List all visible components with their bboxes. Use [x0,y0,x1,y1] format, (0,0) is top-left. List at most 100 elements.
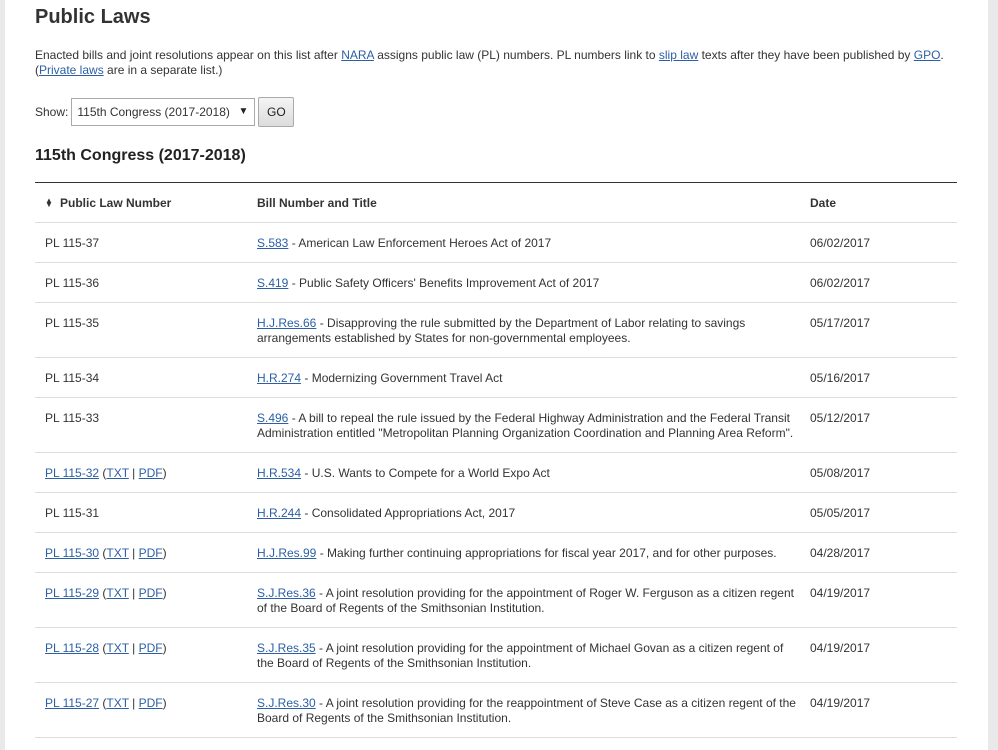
congress-select[interactable]: 115th Congress (2017-2018) ▼ [71,98,256,126]
date-cell: 05/05/2017 [810,492,957,533]
page-title: Public Laws [35,6,151,28]
bill-cell: S.J.Res.30 - A joint resolution providin… [257,682,810,738]
law-number-cell: PL 115-34 [35,357,257,398]
law-number-link[interactable]: PL 115-28 [45,641,99,655]
intro-text-1: Enacted bills and joint resolutions appe… [35,48,342,62]
congress-select-value: 115th Congress (2017-2018) [77,105,230,119]
show-label: Show: [35,105,69,119]
bill-number-link[interactable]: H.J.Res.66 [257,316,316,330]
table-row: PL 115-28 (TXT | PDF) S.J.Res.35 - A join… [35,627,957,683]
law-number-cell: PL 115-35 [35,302,257,358]
bill-title: - Making further continuing appropriatio… [316,546,777,560]
sort-icon[interactable]: ▲ ▼ [45,197,53,209]
intro-text-3: texts after they have been published by [698,48,914,62]
table-row: PL 115-37 S.583 - American Law Enforcemen… [35,222,957,263]
law-number-link[interactable]: PL 115-27 [45,696,99,710]
pdf-link[interactable]: PDF [139,696,163,710]
intro-text: Enacted bills and joint resolutions appe… [35,48,957,78]
bill-number-link[interactable]: S.419 [257,276,288,290]
table-row: PL 115-36 S.419 - Public Safety Officers'… [35,262,957,303]
intro-text-2: assigns public law (PL) numbers. PL numb… [373,48,659,62]
bill-cell: H.R.244 - Consolidated Appropriations Ac… [257,492,810,533]
go-button[interactable]: GO [258,97,295,127]
bill-number-link[interactable]: H.R.244 [257,506,301,520]
nara-link[interactable]: NARA [341,48,374,62]
date-cell: 06/02/2017 [810,222,957,263]
law-number-header-label: Public Law Number [60,195,172,210]
link-separator: | [128,546,139,560]
bill-number-link[interactable]: S.583 [257,236,288,250]
date-cell: 05/08/2017 [810,452,957,493]
law-number-cell: PL 115-29 (TXT | PDF) [35,572,257,628]
bill-number-link[interactable]: S.496 [257,411,288,425]
link-separator: | [128,466,139,480]
table-row: PL 115-31 H.R.244 - Consolidated Appropri… [35,492,957,533]
bill-title: - Consolidated Appropriations Act, 2017 [301,506,516,520]
bill-cell: H.J.Res.66 - Disapproving the rule submi… [257,302,810,358]
law-number-cell: PL 115-37 [35,222,257,263]
bill-cell: H.J.Res.99 - Making further continuing a… [257,532,810,573]
bill-number-link[interactable]: H.R.534 [257,466,301,480]
bill-number-link[interactable]: H.J.Res.99 [257,546,316,560]
private-laws-link[interactable]: Private laws [39,63,104,77]
gpo-link[interactable]: GPO [914,48,941,62]
table-row: PL 115-35 H.J.Res.66 - Disapproving the r… [35,302,957,358]
date-cell: 04/19/2017 [810,682,957,738]
table-row: PL 115-29 (TXT | PDF) S.J.Res.36 - A join… [35,572,957,628]
law-number-cell: PL 115-28 (TXT | PDF) [35,627,257,683]
dropdown-arrow-icon: ▼ [238,106,249,117]
txt-link[interactable]: TXT [106,696,128,710]
law-number-link[interactable]: PL 115-30 [45,546,99,560]
pdf-link[interactable]: PDF [139,546,163,560]
txt-link[interactable]: TXT [106,466,128,480]
link-separator: | [128,586,139,600]
txt-link[interactable]: TXT [106,546,128,560]
page: Public Laws Enacted bills and joint reso… [5,0,988,750]
bill-title: - A joint resolution providing for the r… [257,696,796,725]
bill-title: - A joint resolution providing for the a… [257,586,794,615]
law-number-cell: PL 115-31 [35,492,257,533]
bill-title: - Disapproving the rule submitted by the… [257,316,746,345]
date-cell: 04/19/2017 [810,572,957,628]
table-row: PL 115-34 H.R.274 - Modernizing Governmen… [35,357,957,398]
bill-cell: S.583 - American Law Enforcement Heroes … [257,222,810,263]
bill-cell: S.J.Res.35 - A joint resolution providin… [257,627,810,683]
date-cell: 04/19/2017 [810,627,957,683]
paren-close: ) [162,641,167,655]
law-number-header[interactable]: ▲ ▼ Public Law Number [35,182,257,223]
txt-link[interactable]: TXT [106,641,128,655]
bill-number-link[interactable]: S.J.Res.36 [257,586,316,600]
law-number-link[interactable]: PL 115-32 [45,466,99,480]
law-number-cell: PL 115-32 (TXT | PDF) [35,452,257,493]
congress-filter: Show: 115th Congress (2017-2018) ▼ GO [35,97,295,127]
table-row: PL 115-30 (TXT | PDF) H.J.Res.99 - Making… [35,532,957,573]
bill-number-link[interactable]: H.R.274 [257,371,301,385]
bill-title: - A bill to repeal the rule issued by th… [257,411,794,440]
bill-cell: S.496 - A bill to repeal the rule issued… [257,397,810,453]
date-cell: 04/28/2017 [810,532,957,573]
pdf-link[interactable]: PDF [139,466,163,480]
table-row: PL 115-33 S.496 - A bill to repeal the ru… [35,397,957,453]
paren-close: ) [162,546,167,560]
txt-link[interactable]: TXT [106,586,128,600]
intro-text-5: are in a separate list.) [103,63,223,77]
date-cell: 05/16/2017 [810,357,957,398]
date-cell: 05/12/2017 [810,397,957,453]
link-separator: | [128,696,139,710]
bill-number-link[interactable]: S.J.Res.30 [257,696,316,710]
table-row: PL 115-32 (TXT | PDF) H.R.534 - U.S. Want… [35,452,957,493]
bill-title: - Public Safety Officers' Benefits Impro… [288,276,600,290]
link-separator: | [128,641,139,655]
law-number-cell: PL 115-30 (TXT | PDF) [35,532,257,573]
pdf-link[interactable]: PDF [139,641,163,655]
bill-number-link[interactable]: S.J.Res.35 [257,641,316,655]
table-row: PL 115-27 (TXT | PDF) S.J.Res.30 - A join… [35,682,957,738]
pdf-link[interactable]: PDF [139,586,163,600]
bill-cell: S.J.Res.36 - A joint resolution providin… [257,572,810,628]
table-header-row: ▲ ▼ Public Law Number Bill Number and Titl… [35,182,957,223]
public-laws-table: ▲ ▼ Public Law Number Bill Number and Titl… [35,182,957,738]
paren-close: ) [162,466,167,480]
law-number-link[interactable]: PL 115-29 [45,586,99,600]
slip-law-link[interactable]: slip law [659,48,698,62]
bill-title: - A joint resolution providing for the a… [257,641,784,670]
